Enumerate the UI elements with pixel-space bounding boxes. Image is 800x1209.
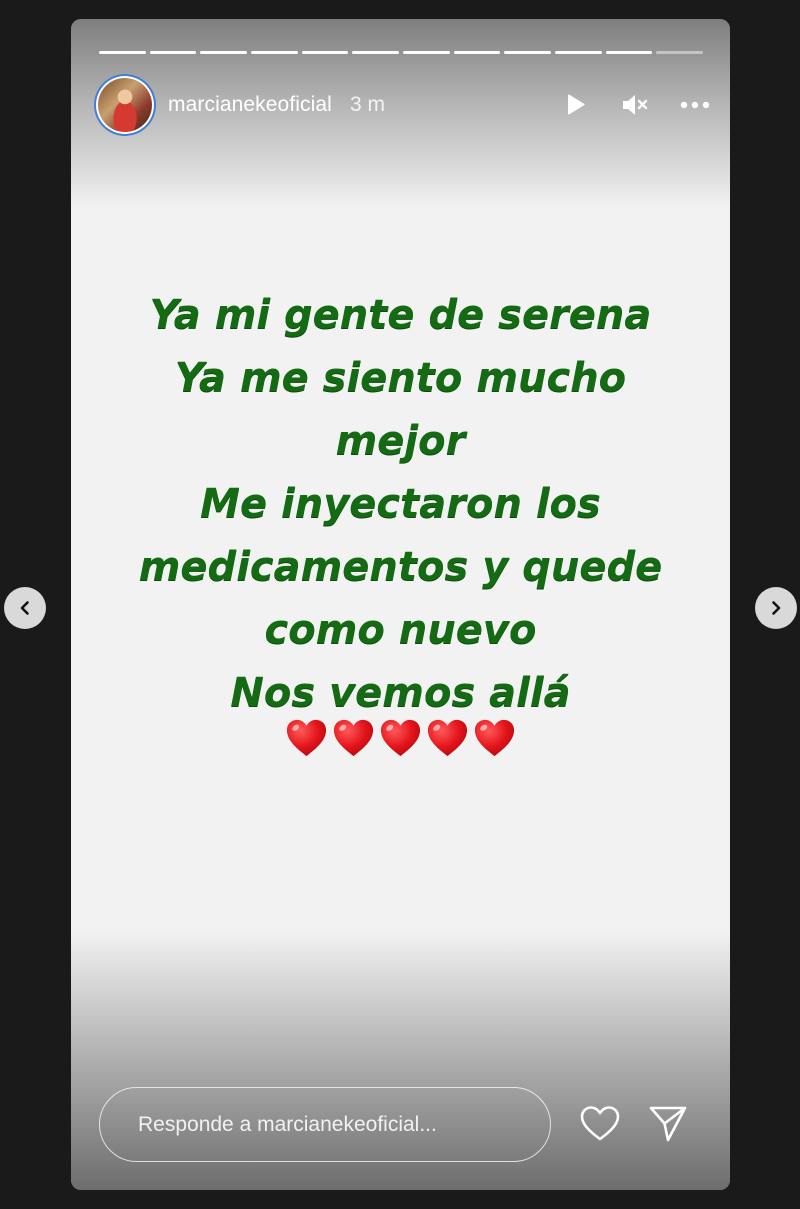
heart-emojis: [71, 716, 730, 761]
red-heart-emoji-icon: [286, 719, 327, 757]
progress-segment: [504, 51, 552, 54]
chevron-left-icon: [20, 601, 29, 615]
mute-icon: [623, 95, 648, 115]
story-progress-bar: [99, 51, 704, 54]
progress-segment-fill: [149, 51, 197, 54]
progress-segment: [251, 51, 298, 54]
progress-segment: [453, 51, 501, 54]
progress-segment-fill: [352, 51, 400, 54]
progress-segment-fill: [504, 51, 552, 54]
reply-field[interactable]: [99, 1087, 551, 1162]
play-button[interactable]: [560, 90, 590, 120]
progress-segment: [99, 51, 146, 54]
next-story-button[interactable]: [755, 587, 797, 629]
progress-segment-fill: [200, 51, 248, 54]
story-text-line: Ya me siento mucho: [174, 355, 627, 401]
mute-button[interactable]: [620, 90, 650, 120]
progress-segment: [555, 51, 602, 54]
progress-segment-fill: [555, 51, 602, 54]
progress-segment: [403, 51, 450, 54]
story-text-line: mejor: [335, 418, 466, 464]
more-options-button[interactable]: [680, 90, 710, 120]
red-heart-emoji-icon: [427, 719, 468, 757]
send-icon: [649, 1106, 687, 1142]
progress-segment-fill: [403, 51, 450, 54]
progress-segment-fill: [99, 51, 146, 54]
story-text-line: Me inyectaron los: [200, 481, 601, 527]
avatar-photo: [98, 78, 152, 132]
timestamp: 3 m: [349, 93, 385, 116]
progress-segment-fill: [605, 51, 653, 54]
story-card[interactable]: marcianekeoficial 3 m Ya mi gente de ser…: [71, 19, 730, 1190]
reply-input[interactable]: [136, 1111, 550, 1138]
story-viewer: marcianekeoficial 3 m Ya mi gente de ser…: [0, 0, 800, 1209]
like-button[interactable]: [577, 1101, 623, 1147]
heart-icon: [580, 1106, 620, 1141]
progress-segment: [301, 51, 349, 54]
progress-segment: [605, 51, 653, 54]
red-heart-emoji-icon: [474, 719, 515, 757]
progress-segment: [352, 51, 400, 54]
share-button[interactable]: [645, 1101, 691, 1147]
avatar[interactable]: [94, 74, 156, 136]
story-header: marcianekeoficial 3 m: [94, 72, 710, 138]
progress-segment: [200, 51, 248, 54]
progress-segment-fill: [251, 51, 298, 54]
red-heart-emoji-icon: [333, 719, 374, 757]
chevron-right-icon: [772, 601, 781, 615]
story-text: Ya mi gente de serena Ya me siento mucho…: [71, 284, 730, 725]
story-text-line: Ya mi gente de serena: [149, 292, 652, 338]
red-heart-emoji-icon: [380, 719, 421, 757]
more-options-icon: [680, 101, 710, 109]
story-text-line: como nuevo: [264, 607, 537, 653]
progress-segment-fill: [453, 51, 501, 54]
progress-segment-fill: [301, 51, 349, 54]
previous-story-button[interactable]: [4, 587, 46, 629]
story-text-line: medicamentos y quede: [138, 544, 663, 590]
username[interactable]: marcianekeoficial: [168, 93, 332, 117]
header-actions: [560, 90, 710, 120]
avatar-ring: [96, 76, 154, 134]
progress-segment: [656, 51, 704, 54]
play-icon: [568, 94, 585, 115]
progress-segment: [149, 51, 197, 54]
